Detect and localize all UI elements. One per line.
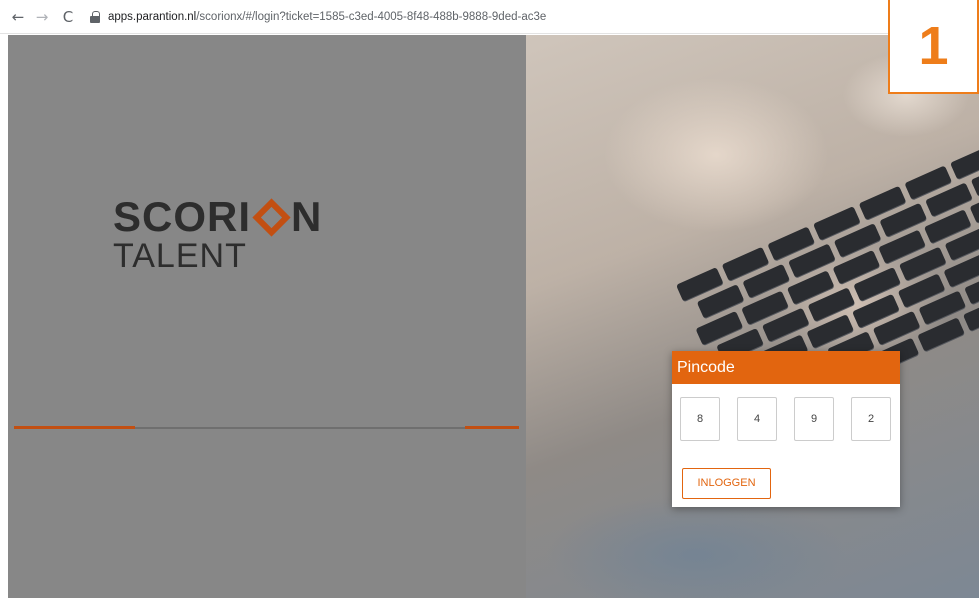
url-path: /scorionx/#/login?ticket=1585-c3ed-4005-… <box>196 10 547 23</box>
pin-digit-3[interactable]: 9 <box>794 397 834 441</box>
address-bar[interactable]: apps.parantion.nl/scorionx/#/login?ticke… <box>108 11 546 23</box>
logo-text-part2: N <box>291 193 323 240</box>
branding-panel: SCORI N TALENT <box>8 35 526 598</box>
reload-icon[interactable]: C <box>58 8 78 26</box>
pin-digit-2[interactable]: 4 <box>737 397 777 441</box>
pin-digit-1[interactable]: 8 <box>680 397 720 441</box>
pin-digit-4[interactable]: 2 <box>851 397 891 441</box>
step-marker: 1 <box>888 0 979 94</box>
browser-toolbar: ← → C apps.parantion.nl/scorionx/#/login… <box>0 0 979 34</box>
forward-arrow-icon[interactable]: → <box>32 8 52 26</box>
url-host: apps.parantion.nl <box>108 10 197 23</box>
pincode-dialog: Pincode 8 4 9 2 INLOGGEN <box>672 351 900 507</box>
logo-talent: TALENT <box>113 237 247 275</box>
pincode-title: Pincode <box>672 351 900 384</box>
keyboard-key <box>943 253 979 288</box>
logo-text-part1: SCORI <box>113 193 252 240</box>
logo-scorion: SCORI N <box>113 193 322 241</box>
background-photo <box>526 35 979 598</box>
pincode-inputs: 8 4 9 2 <box>672 397 900 441</box>
lock-icon[interactable] <box>90 10 100 23</box>
keyboard-key <box>950 145 979 180</box>
divider-accent-left <box>14 426 135 429</box>
back-arrow-icon[interactable]: ← <box>8 8 28 26</box>
logo-diamond-icon <box>252 197 291 237</box>
login-button[interactable]: INLOGGEN <box>682 468 771 499</box>
divider-accent-right <box>465 426 519 429</box>
step-number: 1 <box>918 16 949 76</box>
